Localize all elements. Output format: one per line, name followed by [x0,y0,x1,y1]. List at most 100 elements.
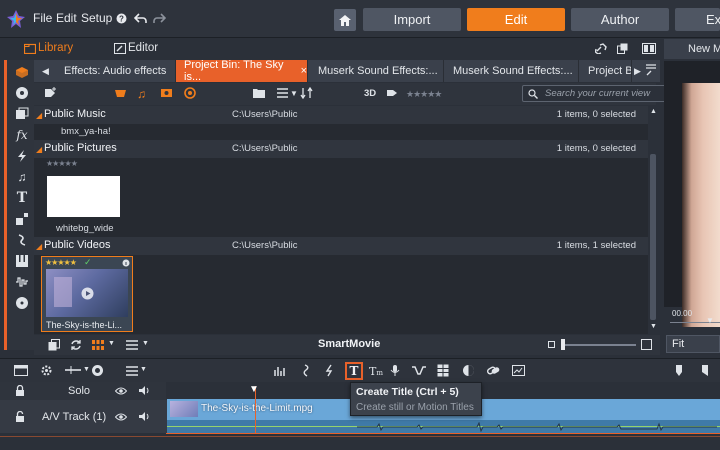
motion-title-icon[interactable]: Tm [369,365,383,378]
piano-icon[interactable] [15,254,29,268]
tab-scroll-right-icon[interactable]: ▶ [634,66,641,77]
edit-tab[interactable]: Edit [467,8,565,31]
zoom-fit-dropdown[interactable]: Fit [666,335,720,353]
info-icon[interactable] [122,259,130,267]
library-tab[interactable]: Library [38,42,73,54]
picture-item-label[interactable]: whitebg_wide [56,223,114,234]
slider-handle[interactable] [561,339,565,350]
filter-project-icon[interactable] [184,87,196,99]
undo-icon[interactable] [134,13,147,24]
picture-rating-stars[interactable]: ★★★★★ [46,159,78,168]
audio-mixer-icon[interactable] [273,365,286,377]
sync-icon[interactable] [70,339,82,351]
popout-icon[interactable] [617,43,628,54]
video-item[interactable]: ★★★★★ ✓ The-Sky-is-the-Li... [41,256,133,332]
list-view-icon[interactable] [276,87,290,99]
author-tab[interactable]: Author [571,8,669,31]
expand-arrow-icon[interactable]: ◢ [36,242,42,251]
visibility-eye-icon[interactable] [115,387,127,395]
export-tab[interactable]: Ex [675,8,720,31]
av-track-header[interactable]: A/V Track (1) [0,400,166,433]
expand-arrow-icon[interactable]: ◢ [36,111,42,120]
playhead-marker-icon[interactable]: ▼ [706,316,714,325]
visibility-eye-icon[interactable] [115,413,127,421]
group-header-public-pictures[interactable]: ◢ Public Pictures C:\Users\Public 1 items… [34,140,648,158]
thumbnail-view-icon[interactable] [92,340,104,350]
playhead-handle-icon[interactable]: ▼ [249,384,259,395]
editor-tab[interactable]: Editor [128,42,158,54]
tab-project-bin[interactable]: Project Bin: The Sky is... × [176,59,308,83]
music-icon[interactable]: ♫ [15,170,29,184]
home-button[interactable] [334,9,356,31]
link-chain-icon[interactable] [487,365,500,376]
snap-icon[interactable] [64,366,82,375]
tab-project-bin-2[interactable]: Project B [580,60,632,82]
audio-waveform-icon[interactable] [15,275,29,289]
speaker-icon[interactable] [138,385,150,396]
add-tag-icon[interactable] [44,87,58,99]
copy-icon[interactable] [48,339,60,351]
group-header-public-videos[interactable]: ◢ Public Videos C:\Users\Public 1 items, … [34,237,648,255]
marker-icon[interactable] [675,364,683,377]
scroll-up-icon[interactable]: ▲ [650,108,657,115]
rating-filter-stars[interactable]: ★★★★★ [406,87,442,101]
timeline-menu-dropdown-icon[interactable]: ▼ [140,366,147,373]
video-rating-stars[interactable]: ★★★★★ [45,258,77,267]
media-icon[interactable] [15,107,29,121]
redo-icon[interactable] [153,13,166,24]
create-title-button[interactable]: T [345,362,363,380]
timeline-menu-icon[interactable] [126,366,138,376]
scrollbar-thumb[interactable] [650,154,656,320]
transitions-icon[interactable] [15,149,29,163]
details-view-icon[interactable] [126,340,138,350]
montage-icon[interactable] [15,212,29,226]
collections-icon[interactable] [15,86,29,100]
play-icon[interactable] [81,287,94,300]
view-dropdown-icon[interactable]: ▼ [290,87,298,101]
lock-icon[interactable] [14,411,26,423]
tab-close-icon[interactable]: × [301,65,307,77]
sort-icon[interactable] [300,87,314,99]
link-icon[interactable] [595,43,607,54]
effects-gear-icon[interactable] [40,364,53,377]
marker-next-icon[interactable] [701,364,709,377]
lock-icon[interactable] [14,385,26,397]
track-settings-icon[interactable] [14,365,28,376]
layout-icon[interactable] [642,43,656,54]
view-dropdown-icon[interactable]: ▼ [108,340,115,347]
filter-video-icon[interactable] [114,87,127,99]
speaker-icon[interactable] [138,411,150,422]
video-overlay-icon[interactable] [512,365,525,376]
effects-fx-icon[interactable]: fx [15,128,29,142]
music-item-label[interactable]: bmx_ya-ha! [61,126,111,137]
project-bin-icon[interactable] [15,65,29,79]
voiceover-mic-icon[interactable] [390,364,400,377]
help-icon[interactable]: ? [116,13,127,24]
audio-effects-icon[interactable] [15,233,29,247]
threed-filter[interactable]: 3D [364,87,376,101]
picture-thumbnail[interactable] [47,176,120,217]
tab-menu-icon[interactable] [645,64,657,76]
titles-icon[interactable]: T [15,191,29,205]
zoom-small-icon[interactable] [548,341,555,348]
disc-icon[interactable] [15,296,29,310]
tab-scroll-left-icon[interactable]: ◀ [42,66,49,77]
tag-filter-icon[interactable] [386,87,398,99]
thumbnail-size-slider[interactable] [562,344,636,346]
filter-audio-icon[interactable]: ♫ [137,87,146,101]
preview-tab[interactable]: New M [664,39,720,59]
color-grading-icon[interactable] [462,364,475,377]
audio-ducking-icon[interactable] [412,365,426,376]
library-scrollbar[interactable]: ▲ ▼ [648,106,658,334]
tab-audio-effects[interactable]: Effects: Audio effects [56,60,176,82]
expand-arrow-icon[interactable]: ◢ [36,145,42,154]
snap-dropdown-icon[interactable]: ▼ [83,366,90,373]
view-dropdown-icon[interactable]: ▼ [142,340,149,347]
menu-edit[interactable]: Edit [56,11,77,25]
scroll-down-icon[interactable]: ▼ [650,323,657,330]
menu-setup[interactable]: Setup [81,11,112,25]
tab-muserk-2[interactable]: Muserk Sound Effects:... [445,60,579,82]
scorefitter-icon[interactable] [300,364,311,377]
folder-icon[interactable] [252,87,266,99]
tab-muserk-1[interactable]: Muserk Sound Effects:... [310,60,444,82]
